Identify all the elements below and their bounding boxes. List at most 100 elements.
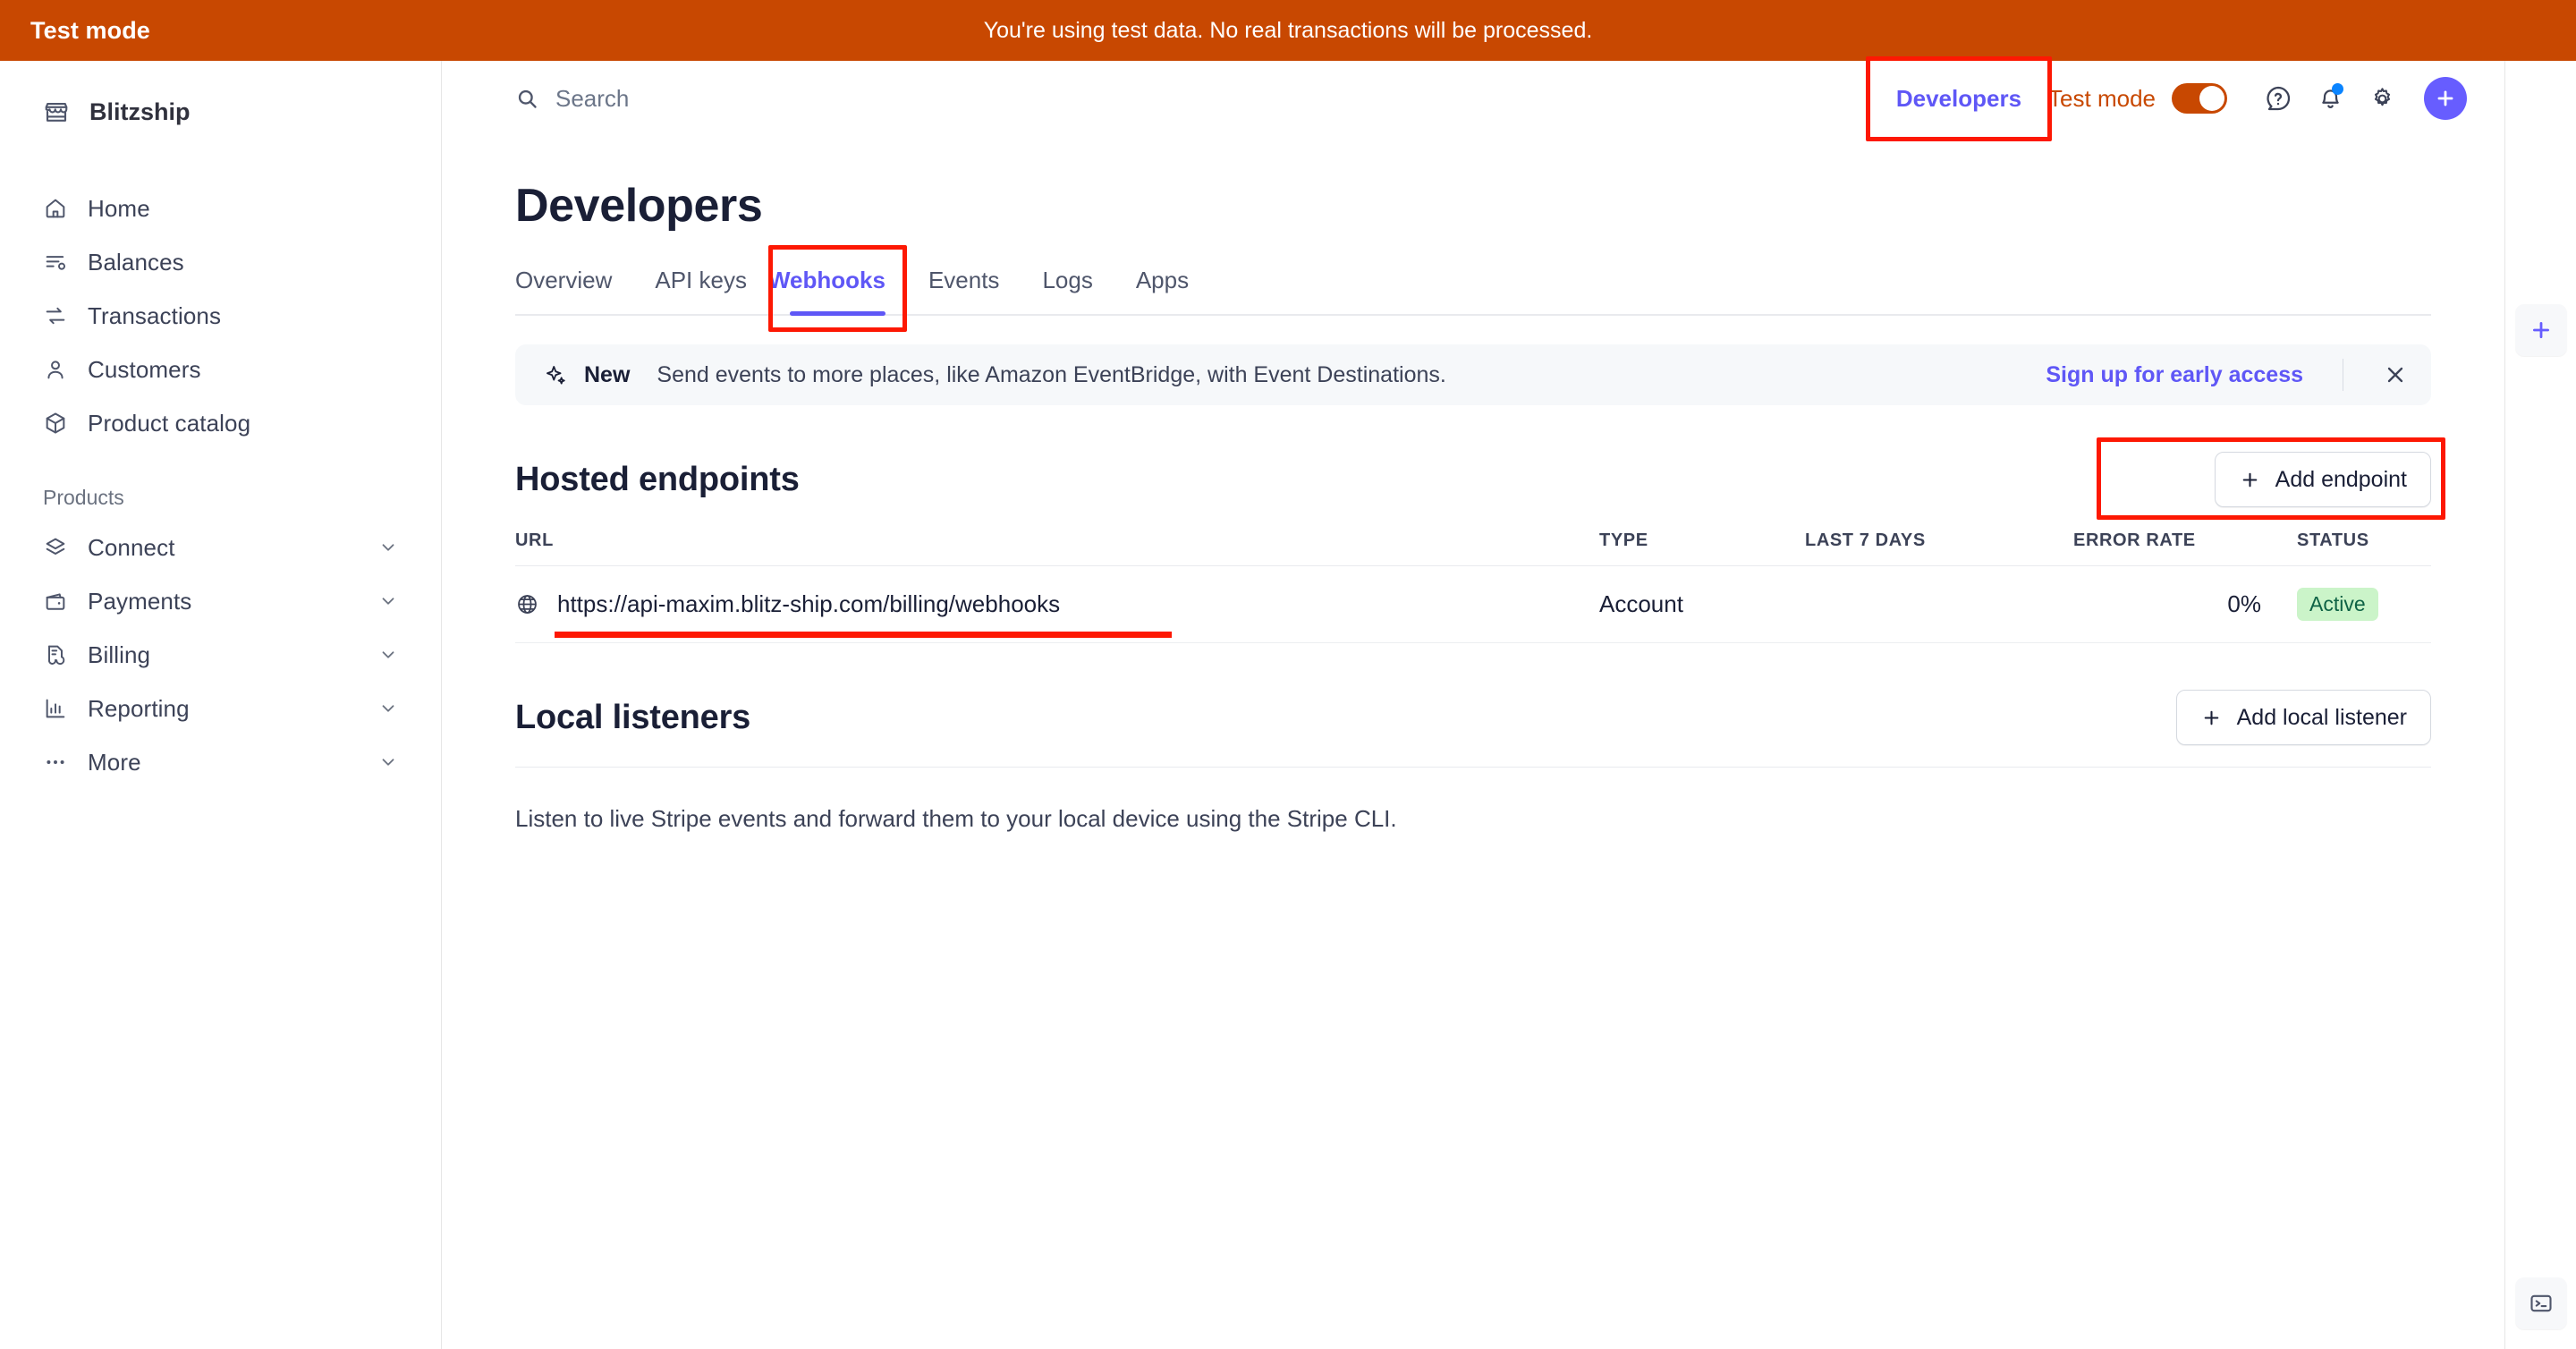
help-button[interactable]: [2252, 72, 2304, 124]
tab-apps[interactable]: Apps: [1114, 258, 1210, 314]
column-header-last-7-days: LAST 7 DAYS: [1805, 530, 2073, 566]
tab-api-keys[interactable]: API keys: [633, 258, 768, 314]
notification-badge: [2332, 83, 2343, 95]
local-listeners-divider: [515, 767, 2431, 768]
announcement-text: Send events to more places, like Amazon …: [657, 361, 1446, 387]
sidebar-item-connect-label: Connect: [88, 533, 175, 561]
chevron-down-icon: [378, 752, 398, 772]
table-row[interactable]: https://api-maxim.blitz-ship.com/billing…: [515, 565, 2431, 643]
endpoint-url: https://api-maxim.blitz-ship.com/billing…: [557, 590, 1061, 617]
switch-knob: [2199, 86, 2224, 111]
cell-last-7-days: [1805, 565, 2073, 643]
plus-icon: [2529, 318, 2554, 343]
search-placeholder: Search: [555, 84, 630, 112]
help-icon: [2264, 84, 2292, 113]
search-input[interactable]: Search: [515, 85, 629, 113]
store-icon: [43, 99, 70, 126]
sidebar-item-balances-label: Balances: [88, 248, 184, 276]
chevron-down-icon: [378, 591, 398, 611]
billing-icon: [43, 642, 68, 667]
sidebar-item-product-catalog-label: Product catalog: [88, 409, 251, 437]
page-content: Developers Overview API keys Webhooks Ev…: [442, 179, 2504, 833]
table-head: URL TYPE LAST 7 DAYS ERROR RATE STATUS: [515, 530, 2431, 566]
sidebar-item-reporting-label: Reporting: [88, 694, 190, 722]
tab-logs[interactable]: Logs: [1021, 258, 1114, 314]
top-bar: Search Developers Test mode: [442, 55, 2504, 141]
top-bar-actions: Developers Test mode: [1865, 55, 2467, 141]
add-endpoint-button-label: Add endpoint: [2275, 466, 2407, 492]
local-listeners-title: Local listeners: [515, 698, 751, 736]
add-endpoint-button[interactable]: Add endpoint: [2214, 452, 2431, 507]
column-header-type: TYPE: [1599, 530, 1805, 566]
sidebar-item-payments-label: Payments: [88, 587, 192, 615]
plus-icon: [2434, 87, 2457, 110]
notifications-button[interactable]: [2304, 72, 2356, 124]
globe-icon: [515, 592, 539, 616]
local-listeners-header: Local listeners Add local listener: [515, 690, 2431, 745]
home-icon: [43, 196, 68, 221]
developers-link[interactable]: Developers: [1896, 85, 2021, 112]
tab-webhooks[interactable]: Webhooks: [768, 258, 907, 316]
plus-icon: [2239, 469, 2261, 491]
table-header-row: URL TYPE LAST 7 DAYS ERROR RATE STATUS: [515, 530, 2431, 566]
rail-terminal-button[interactable]: [2515, 1277, 2567, 1329]
table-body: https://api-maxim.blitz-ship.com/billing…: [515, 565, 2431, 643]
plus-icon: [2200, 707, 2223, 729]
sidebar-item-product-catalog[interactable]: Product catalog: [0, 396, 418, 450]
developers-link-wrapper: Developers: [1865, 55, 2053, 141]
product-catalog-icon: [43, 411, 68, 436]
sidebar-nav-primary: Home Balances Transactions Customers Pro…: [0, 182, 441, 789]
page-title: Developers: [515, 180, 763, 232]
sidebar-item-balances[interactable]: Balances: [0, 235, 418, 289]
settings-button[interactable]: [2356, 72, 2408, 124]
cell-type: Account: [1599, 565, 1805, 643]
close-icon[interactable]: [2383, 362, 2408, 387]
sidebar-item-connect[interactable]: Connect: [0, 521, 418, 574]
test-mode-toggle[interactable]: Test mode: [2048, 83, 2227, 114]
sidebar-group-products-title: Products: [43, 486, 124, 509]
cell-status: Active: [2297, 565, 2431, 643]
add-local-listener-button[interactable]: Add local listener: [2175, 690, 2431, 745]
rail-add-button[interactable]: [2515, 304, 2567, 356]
tab-events[interactable]: Events: [907, 258, 1021, 314]
sidebar-item-customers[interactable]: Customers: [0, 343, 418, 396]
gear-icon: [2368, 85, 2396, 113]
test-mode-banner-message: You're using test data. No real transact…: [983, 17, 1593, 43]
column-header-error-rate: ERROR RATE: [2073, 530, 2297, 566]
chevron-down-icon: [378, 538, 398, 557]
announcement-new-label: New: [584, 361, 631, 387]
create-button[interactable]: [2424, 77, 2467, 120]
announcement-cta-link[interactable]: Sign up for early access: [2046, 362, 2303, 388]
sidebar-item-payments[interactable]: Payments: [0, 574, 418, 628]
sidebar-brand-label: Blitzship: [89, 98, 191, 125]
tab-bar: Overview API keys Webhooks Events Logs A…: [515, 245, 2431, 332]
sidebar-item-transactions[interactable]: Transactions: [0, 289, 418, 343]
right-rail: [2504, 61, 2576, 1349]
tab-overview[interactable]: Overview: [515, 258, 633, 314]
sidebar-item-more[interactable]: More: [0, 735, 418, 789]
announcement-banner: New Send events to more places, like Ama…: [515, 344, 2431, 405]
status-badge: Active: [2297, 588, 2378, 621]
sidebar-item-home[interactable]: Home: [0, 182, 418, 235]
sidebar-brand[interactable]: Blitzship: [0, 86, 418, 139]
sidebar: Blitzship Home Balances Transactions Cus…: [0, 61, 442, 1349]
transactions-icon: [43, 303, 68, 328]
balances-icon: [43, 250, 68, 275]
test-mode-banner: Test mode You're using test data. No rea…: [0, 0, 2576, 61]
payments-icon: [43, 589, 68, 614]
sidebar-item-billing[interactable]: Billing: [0, 628, 418, 682]
test-mode-switch[interactable]: [2172, 83, 2227, 114]
more-icon: [43, 750, 68, 775]
cell-url[interactable]: https://api-maxim.blitz-ship.com/billing…: [515, 565, 1599, 643]
test-mode-banner-label: Test mode: [30, 16, 150, 44]
sidebar-item-billing-label: Billing: [88, 641, 151, 668]
add-local-listener-button-label: Add local listener: [2236, 704, 2407, 730]
chevron-down-icon: [378, 699, 398, 718]
terminal-icon: [2529, 1291, 2554, 1316]
column-header-status: STATUS: [2297, 530, 2431, 566]
customers-icon: [43, 357, 68, 382]
sidebar-item-reporting[interactable]: Reporting: [0, 682, 418, 735]
sidebar-item-more-label: More: [88, 748, 141, 776]
cell-error-rate: 0%: [2073, 565, 2297, 643]
test-mode-toggle-label: Test mode: [2048, 84, 2156, 112]
